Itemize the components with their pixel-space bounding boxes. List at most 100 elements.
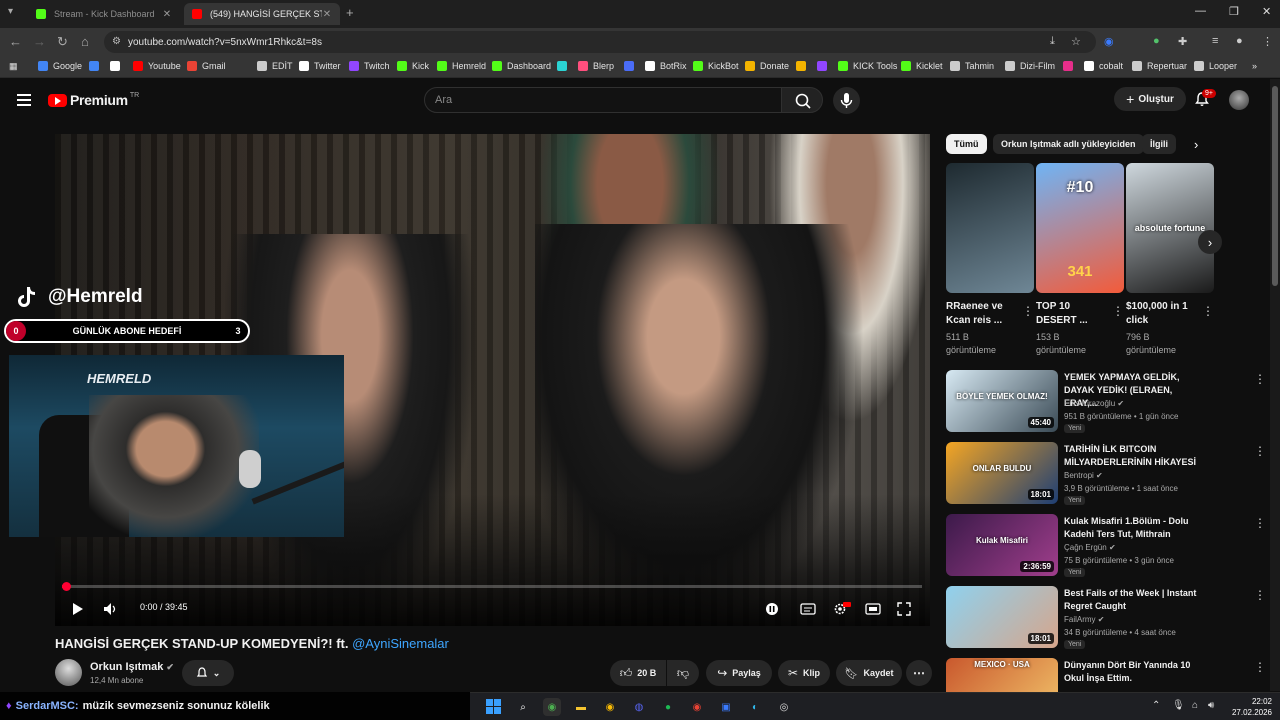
taskbar-clock[interactable]: 22:02 27.02.2026 [1232, 696, 1272, 718]
bookmark-item[interactable]: Dizi-Film [1005, 61, 1055, 71]
video-title[interactable]: Dünyanın Dört Bir Yanında 10 Okul İnşa E… [1064, 659, 1204, 685]
channel-name[interactable]: Orkun Işıtmak ✔ [90, 661, 174, 673]
short-card[interactable]: absolute fortune $100,000 in 1 click 796 B… [1126, 163, 1214, 357]
account-avatar[interactable] [1229, 90, 1249, 110]
more-vertical-icon[interactable]: ⋮ [1254, 516, 1266, 530]
recommended-video[interactable]: BÖYLE YEMEK OLMAZ! 45:40 YEMEK YAPMAYA GEL… [946, 370, 1268, 434]
bookmark-item[interactable] [89, 61, 104, 71]
menu-hamburger-icon[interactable] [17, 94, 31, 109]
bookmark-item[interactable]: KICK Tools [838, 61, 897, 71]
reload-icon[interactable]: ↻ [57, 34, 68, 50]
profile-avatar-icon[interactable]: ● [1236, 35, 1243, 47]
channel-name[interactable]: Çağn Ergün ✔ [1064, 543, 1116, 552]
bookmark-item[interactable]: Gmail [187, 61, 226, 71]
short-thumbnail[interactable] [946, 163, 1034, 293]
apps-grid-icon[interactable]: ▦ [9, 61, 18, 72]
recommended-video[interactable]: Kulak Misafiri 2:36:59 Kulak Misafiri 1.Bö… [946, 514, 1268, 578]
address-bar[interactable]: ⚙ youtube.com/watch?v=5nxWmr1Rhkc&t=8s [104, 31, 1096, 53]
autoplay-toggle-icon[interactable] [765, 602, 779, 616]
forward-icon[interactable]: → [33, 34, 46, 49]
video-thumbnail[interactable]: 18:01 [946, 586, 1058, 648]
shorts-next-button[interactable]: › [1198, 230, 1222, 254]
tray-chevron-icon[interactable]: ⌃ [1152, 700, 1160, 711]
taskbar-chrome-profile-icon[interactable]: ◉ [601, 698, 619, 716]
tab-youtube-video[interactable]: (549) HANGİSİ GERÇEK STAND ✕ [184, 3, 340, 25]
bookmark-item[interactable] [624, 61, 639, 71]
chip-related[interactable]: İlgili [1142, 134, 1176, 154]
short-card[interactable]: RRaenee ve Kcan reis ... 511 B görüntülem… [946, 163, 1034, 357]
video-thumbnail[interactable]: ONLAR BULDU 18:01 [946, 442, 1058, 504]
settings-gear-icon[interactable] [833, 602, 851, 616]
share-button[interactable]: ↪ Paylaş [706, 660, 772, 686]
bookmark-item[interactable]: Donate [745, 61, 789, 71]
minimize-icon[interactable]: — [1195, 5, 1206, 17]
page-scrollbar-thumb[interactable] [1272, 86, 1278, 286]
bookmark-item[interactable]: KickBot [693, 61, 739, 71]
taskbar-search-icon[interactable]: ⌕ [514, 698, 532, 716]
video-thumbnail[interactable]: BÖYLE YEMEK OLMAZ! 45:40 [946, 370, 1058, 432]
video-title[interactable]: Kulak Misafiri 1.Bölüm - Dolu Kadehi Ter… [1064, 515, 1204, 541]
taskbar-discord-icon[interactable]: ◍ [630, 698, 648, 716]
more-vertical-icon[interactable]: ⋮ [1112, 304, 1124, 318]
reading-list-icon[interactable]: ≡ [1212, 35, 1218, 47]
extension-shield-icon[interactable]: ● [1153, 35, 1160, 47]
bookmark-item[interactable]: Kick [397, 61, 429, 71]
short-title[interactable]: $100,000 in 1 click [1126, 300, 1198, 328]
taskbar-edge-icon[interactable]: ◐ [746, 698, 764, 716]
bookmark-item[interactable]: Repertuar [1132, 61, 1187, 71]
home-icon[interactable]: ⌂ [81, 34, 89, 49]
video-title[interactable]: Best Fails of the Week | Instant Regret … [1064, 587, 1204, 613]
short-title[interactable]: TOP 10 DESERT ... [1036, 300, 1108, 328]
video-progress-bar[interactable] [62, 582, 922, 591]
bookmark-item[interactable] [817, 61, 832, 71]
theater-mode-icon[interactable] [865, 602, 881, 616]
channel-avatar[interactable] [55, 659, 82, 686]
tray-volume-icon[interactable]: 🔊︎ [1208, 700, 1214, 711]
channel-name[interactable]: Bentropi ✔ [1064, 471, 1103, 480]
bookmark-item[interactable]: Google [38, 61, 82, 71]
clip-button[interactable]: ✂ Klip [778, 660, 830, 686]
bookmark-item[interactable]: Dashboard [492, 61, 551, 71]
youtube-premium-logo[interactable]: Premium TR [48, 92, 139, 108]
subtitles-icon[interactable] [800, 602, 816, 616]
browser-menu-icon[interactable]: ⋮ [1262, 35, 1273, 48]
taskbar-chrome-icon[interactable]: ◉ [543, 698, 561, 716]
extensions-puzzle-icon[interactable]: ✚ [1178, 35, 1187, 48]
bookmark-star-icon[interactable]: ☆ [1071, 35, 1081, 48]
bookmark-item[interactable]: Hemreld [437, 61, 486, 71]
subscription-notifications-button[interactable]: ⌄ [182, 660, 234, 686]
more-vertical-icon[interactable]: ⋮ [1022, 304, 1034, 318]
bookmark-item[interactable]: Blerp [578, 61, 614, 71]
back-icon[interactable]: ← [9, 34, 22, 49]
taskbar-explorer-icon[interactable]: ▬ [572, 698, 590, 716]
recommended-video[interactable]: 18:01 Best Fails of the Week | Instant Re… [946, 586, 1268, 650]
close-window-icon[interactable]: ✕ [1262, 5, 1271, 18]
search-input[interactable]: Ara [424, 87, 782, 113]
site-info-icon[interactable]: ⚙ [112, 36, 121, 47]
bookmark-item[interactable]: Youtube [133, 61, 181, 71]
more-vertical-icon[interactable]: ⋮ [1254, 588, 1266, 602]
maximize-icon[interactable]: ❐ [1229, 5, 1239, 18]
video-thumbnail[interactable]: Kulak Misafiri 2:36:59 [946, 514, 1058, 576]
short-thumbnail[interactable]: #10 341 [1036, 163, 1124, 293]
bookmark-item[interactable]: Looper [1194, 61, 1237, 71]
bookmark-item[interactable] [110, 61, 125, 71]
chips-next-chevron-icon[interactable]: › [1194, 137, 1198, 152]
taskbar-obs-icon[interactable]: ◎ [775, 698, 793, 716]
more-vertical-icon[interactable]: ⋮ [1254, 372, 1266, 386]
voice-search-button[interactable] [833, 87, 860, 114]
save-button[interactable]: 🔖︎ Kaydet [836, 660, 902, 686]
bookmark-item[interactable]: cobalt [1084, 61, 1123, 71]
dislike-button[interactable]: 👎︎ [667, 660, 699, 686]
taskbar-spotify-icon[interactable]: ● [659, 698, 677, 716]
tray-mic-icon[interactable]: 🎙︎ [1172, 700, 1185, 711]
search-button[interactable] [781, 87, 823, 113]
create-button[interactable]: + Oluştur [1114, 87, 1186, 111]
short-title[interactable]: RRaenee ve Kcan reis ... [946, 300, 1018, 328]
fullscreen-icon[interactable] [897, 602, 911, 616]
windows-start-icon[interactable] [485, 698, 503, 716]
short-card[interactable]: #10 341 TOP 10 DESERT ... 153 B görüntüleme… [1036, 163, 1124, 357]
more-vertical-icon[interactable]: ⋮ [1202, 304, 1214, 318]
install-icon[interactable]: ⤓ [1050, 35, 1055, 48]
chip-from-uploader[interactable]: Orkun Işıtmak adlı yükleyiciden [993, 134, 1144, 154]
